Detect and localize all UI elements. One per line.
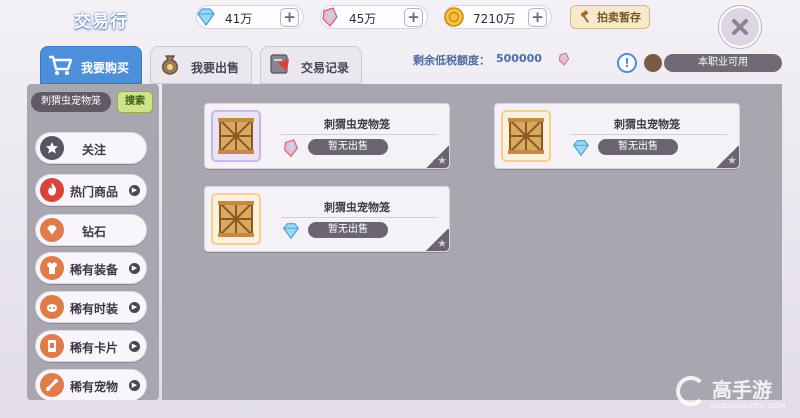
job-filter-label[interactable]: 本职业可用 bbox=[664, 54, 782, 72]
category-label: 关注 bbox=[82, 143, 107, 157]
crystal-icon bbox=[317, 4, 343, 30]
currency-diamond: 41万 + bbox=[196, 5, 304, 29]
info-icon[interactable]: ! bbox=[617, 53, 637, 73]
auction-storage-button[interactable]: 拍卖暂存 bbox=[570, 5, 650, 29]
star-icon: ★ bbox=[437, 237, 447, 250]
coin-icon bbox=[441, 4, 467, 30]
item-card[interactable]: 刺猬虫宠物笼 暂无出售 ★ bbox=[204, 186, 450, 252]
category-label: 钻石 bbox=[82, 225, 107, 239]
chevron-right-icon: ▶ bbox=[129, 185, 140, 196]
site-watermark: 高手游 GAOSHOUYOU.COM bbox=[676, 372, 800, 418]
item-listing-panel: 刺猬虫宠物笼 暂无出售 ★ 刺猬虫宠物笼 暂无出售 ★ 刺猬虫宠物笼 暂无出售 … bbox=[162, 84, 782, 400]
scroll-icon bbox=[270, 54, 289, 74]
category-label: 稀有装备 bbox=[70, 263, 119, 277]
sale-status-badge: 暂无出售 bbox=[308, 139, 388, 155]
tab-records[interactable]: 交易记录 bbox=[260, 46, 362, 84]
tab-label: 我要购买 bbox=[81, 61, 130, 75]
close-button[interactable] bbox=[719, 6, 761, 48]
sale-status-badge: 暂无出售 bbox=[598, 139, 678, 155]
crystal-icon bbox=[284, 139, 299, 158]
game-window: 交易行 41万 + 45万 + 7210万 + 拍卖暂存 我要购买 我要出售 交… bbox=[0, 0, 800, 418]
category-sidebar: 刺猬虫宠物笼 搜索 关注 热门商品 ▶ 钻石 稀有装备 ▶ 稀有时装 ▶ 稀有卡… bbox=[27, 84, 159, 400]
category-rare-costume[interactable]: 稀有时装 ▶ bbox=[35, 291, 147, 323]
category-label: 稀有时装 bbox=[70, 302, 119, 316]
chevron-right-icon: ▶ bbox=[129, 302, 140, 313]
watermark-text: 高手游 bbox=[712, 378, 772, 402]
add-currency-button[interactable]: + bbox=[280, 8, 299, 27]
sale-status-badge: 暂无出售 bbox=[308, 222, 388, 238]
item-card[interactable]: 刺猬虫宠物笼 暂无出售 ★ bbox=[494, 103, 740, 169]
add-currency-button[interactable]: + bbox=[404, 8, 423, 27]
hammer-icon bbox=[580, 10, 590, 23]
pet-cage-icon bbox=[211, 193, 261, 245]
category-label: 稀有卡片 bbox=[70, 341, 119, 355]
category-hot[interactable]: 热门商品 ▶ bbox=[35, 174, 147, 206]
watermark-logo-icon bbox=[676, 376, 706, 406]
category-rare-card[interactable]: 稀有卡片 ▶ bbox=[35, 330, 147, 362]
divider bbox=[281, 217, 437, 218]
pet-cage-icon bbox=[211, 110, 261, 162]
add-currency-button[interactable]: + bbox=[528, 8, 547, 27]
item-card[interactable]: 刺猬虫宠物笼 暂无出售 ★ bbox=[204, 103, 450, 169]
cart-icon bbox=[49, 55, 73, 75]
tab-sell[interactable]: 我要出售 bbox=[150, 46, 252, 84]
money-bag-icon bbox=[162, 55, 178, 75]
favorite-toggle[interactable]: ★ bbox=[425, 229, 449, 251]
tab-buy[interactable]: 我要购买 bbox=[40, 46, 142, 84]
chevron-right-icon: ▶ bbox=[129, 341, 140, 352]
job-filter-toggle[interactable] bbox=[644, 54, 662, 72]
category-diamond[interactable]: 钻石 bbox=[35, 214, 147, 246]
category-label: 热门商品 bbox=[70, 185, 119, 199]
currency-crystal: 45万 + bbox=[320, 5, 428, 29]
favorite-toggle[interactable]: ★ bbox=[425, 146, 449, 168]
low-tax-quota-value: 500000 bbox=[496, 52, 542, 65]
crystal-icon bbox=[558, 52, 570, 66]
page-title: 交易行 bbox=[74, 12, 128, 32]
hot-icon bbox=[40, 178, 64, 202]
tab-label: 我要出售 bbox=[191, 61, 240, 75]
category-rare-equipment[interactable]: 稀有装备 ▶ bbox=[35, 252, 147, 284]
category-follow[interactable]: 关注 bbox=[35, 132, 147, 164]
diamond-icon bbox=[572, 140, 590, 157]
star-icon: ★ bbox=[437, 154, 447, 167]
low-tax-quota-label: 剩余低税额度： bbox=[413, 54, 490, 67]
diamond-icon bbox=[40, 218, 64, 242]
category-rare-pet[interactable]: 稀有宠物 ▶ bbox=[35, 369, 147, 400]
chevron-right-icon: ▶ bbox=[129, 263, 140, 274]
currency-value: 7210万 bbox=[473, 12, 516, 26]
armor-icon bbox=[40, 256, 64, 280]
currency-value: 41万 bbox=[225, 12, 253, 26]
search-button[interactable]: 搜索 bbox=[117, 91, 153, 113]
star-icon bbox=[40, 136, 64, 160]
currency-value: 45万 bbox=[349, 12, 377, 26]
item-name: 刺猬虫宠物笼 bbox=[324, 201, 390, 214]
pet-cage-icon bbox=[501, 110, 551, 162]
item-name: 刺猬虫宠物笼 bbox=[614, 118, 680, 131]
auction-storage-label: 拍卖暂存 bbox=[597, 11, 641, 24]
star-icon: ★ bbox=[727, 154, 737, 167]
diamond-icon bbox=[193, 4, 219, 30]
favorite-toggle[interactable]: ★ bbox=[715, 146, 739, 168]
search-input[interactable]: 刺猬虫宠物笼 bbox=[31, 92, 111, 112]
tab-label: 交易记录 bbox=[301, 61, 350, 75]
divider bbox=[281, 134, 437, 135]
currency-coin: 7210万 + bbox=[444, 5, 552, 29]
close-icon bbox=[732, 19, 748, 35]
watermark-url: GAOSHOUYOU.COM bbox=[710, 402, 787, 410]
chevron-right-icon: ▶ bbox=[129, 380, 140, 391]
divider bbox=[571, 134, 727, 135]
card-icon bbox=[40, 334, 64, 358]
item-name: 刺猬虫宠物笼 bbox=[324, 118, 390, 131]
top-bar: 交易行 41万 + 45万 + 7210万 + 拍卖暂存 bbox=[0, 0, 800, 48]
pet-icon bbox=[40, 373, 64, 397]
diamond-icon bbox=[282, 223, 300, 240]
costume-icon bbox=[40, 295, 64, 319]
category-label: 稀有宠物 bbox=[70, 380, 119, 394]
